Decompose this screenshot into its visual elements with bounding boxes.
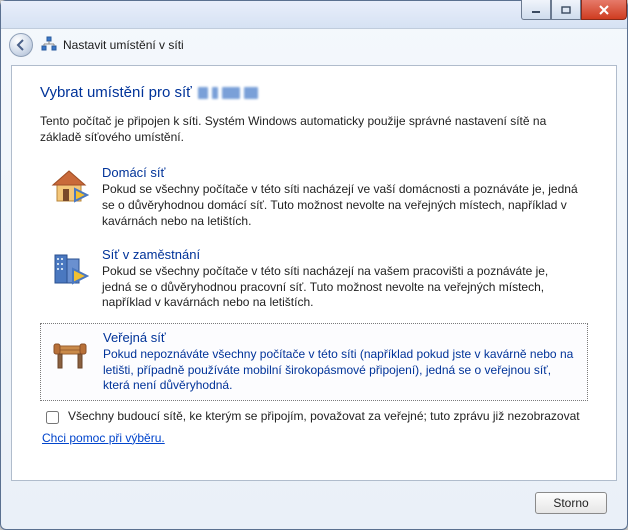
minimize-button[interactable] [521, 0, 551, 20]
option-home-network[interactable]: Domácí síť Pokud se všechny počítače v t… [40, 159, 588, 235]
page-heading: Vybrat umístění pro síť [40, 84, 588, 101]
window-controls [521, 0, 627, 20]
close-button[interactable] [581, 0, 627, 20]
home-icon [48, 165, 90, 229]
option-public-network[interactable]: Veřejná síť Pokud nepoznáváte všechny po… [40, 323, 588, 401]
treat-future-as-public-checkbox[interactable] [46, 411, 59, 424]
option-work-desc: Pokud se všechny počítače v této síti na… [102, 264, 580, 311]
maximize-button[interactable] [551, 0, 581, 20]
work-icon [48, 247, 90, 311]
treat-future-as-public-row: Všechny budoucí sítě, ke kterým se připo… [42, 409, 588, 427]
help-choose-link[interactable]: Chci pomoc při výběru. [42, 431, 588, 445]
option-home-desc: Pokud se všechny počítače v této síti na… [102, 182, 580, 229]
option-public-title: Veřejná síť [103, 330, 579, 345]
dialog-footer: Storno [11, 485, 617, 521]
option-work-title: Síť v zaměstnání [102, 247, 580, 262]
nav-title-text: Nastavit umístění v síti [63, 38, 184, 52]
network-location-icon [41, 36, 57, 55]
public-icon [49, 330, 91, 394]
back-button[interactable] [9, 33, 33, 57]
treat-future-as-public-label: Všechny budoucí sítě, ke kterým se připo… [68, 409, 580, 425]
network-name-redacted [198, 87, 258, 99]
cancel-button[interactable]: Storno [535, 492, 607, 514]
heading-text: Vybrat umístění pro síť [40, 84, 192, 101]
option-public-desc: Pokud nepoznáváte všechny počítače v tét… [103, 347, 579, 394]
option-work-network[interactable]: Síť v zaměstnání Pokud se všechny počíta… [40, 241, 588, 317]
dialog-window: Nastavit umístění v síti Vybrat umístění… [0, 0, 628, 530]
intro-text: Tento počítač je připojen k síti. Systém… [40, 113, 588, 145]
titlebar [1, 1, 627, 29]
option-home-title: Domácí síť [102, 165, 580, 180]
content-panel: Vybrat umístění pro síť Tento počítač je… [11, 65, 617, 481]
nav-title: Nastavit umístění v síti [41, 36, 184, 55]
nav-row: Nastavit umístění v síti [1, 29, 627, 61]
